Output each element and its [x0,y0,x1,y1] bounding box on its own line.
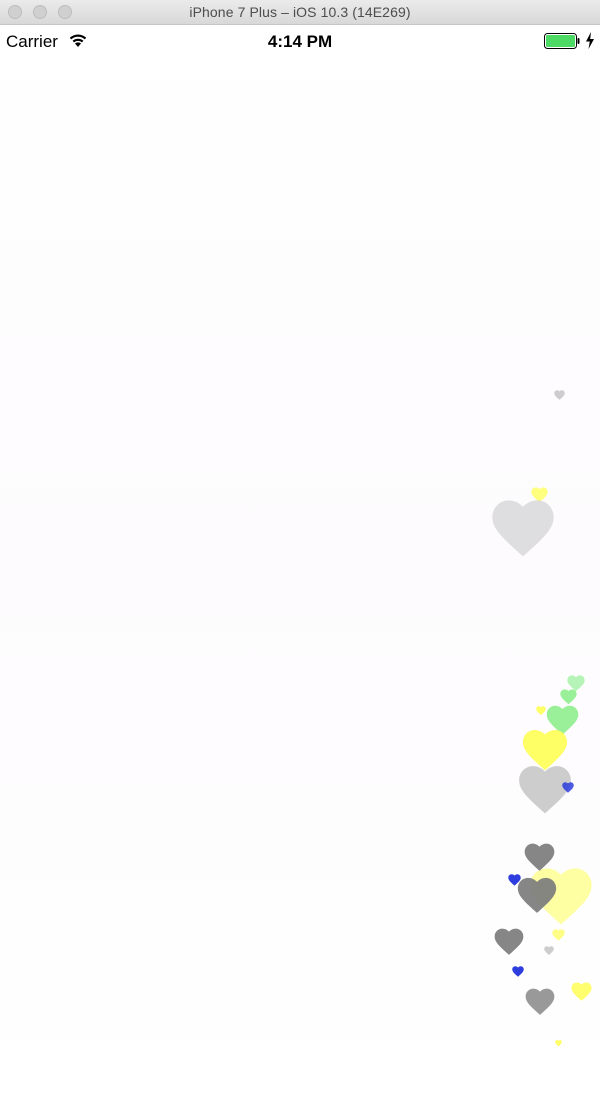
heart-icon [559,689,577,705]
heart-icon [551,929,565,941]
floating-hearts-layer [0,25,600,1099]
heart-icon [570,982,592,1002]
heart-icon [554,1039,562,1047]
heart-icon [512,965,524,977]
heart-icon [517,877,557,913]
simulator-window: iPhone 7 Plus – iOS 10.3 (14E269) Carrie… [0,0,600,1099]
ios-screen[interactable]: Carrier 4:14 PM [0,25,600,1099]
window-titlebar: iPhone 7 Plus – iOS 10.3 (14E269) [0,0,600,25]
heart-icon [492,499,554,556]
heart-icon [524,843,554,871]
heart-icon [536,706,546,716]
heart-icon [544,946,554,956]
window-title: iPhone 7 Plus – iOS 10.3 (14E269) [189,4,411,20]
heart-icon [553,390,565,400]
heart-icon [525,988,555,1016]
heart-icon [494,928,524,956]
heart-icon [562,781,574,793]
